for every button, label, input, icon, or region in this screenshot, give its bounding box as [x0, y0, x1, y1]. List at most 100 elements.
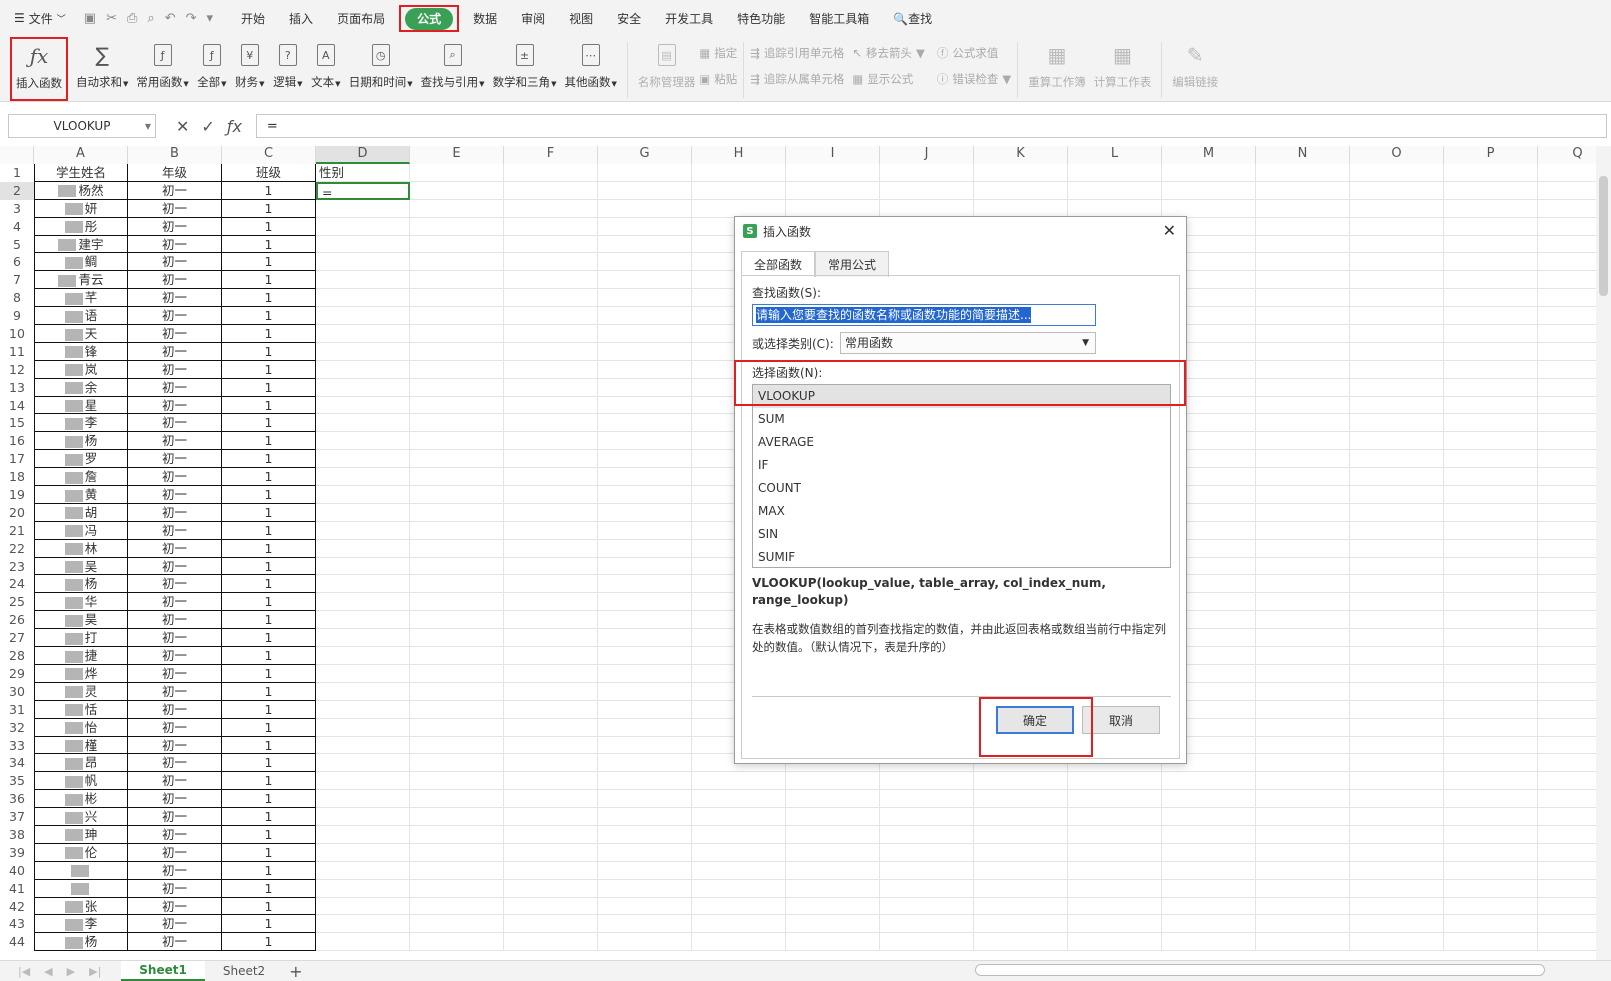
cell[interactable]: 初一 [128, 450, 222, 469]
row-header[interactable]: 35 [0, 772, 34, 790]
cell[interactable] [974, 915, 1068, 934]
cell[interactable] [1538, 414, 1596, 433]
column-header-c[interactable]: C [222, 146, 316, 164]
math-functions-button[interactable]: ± 数学和三角▼ [489, 36, 561, 90]
cell[interactable] [34, 879, 128, 898]
cell[interactable] [598, 933, 692, 952]
cell[interactable]: 打 [34, 629, 128, 648]
cell[interactable] [1068, 790, 1162, 809]
cell[interactable] [692, 181, 786, 200]
cell[interactable] [1444, 915, 1538, 934]
first-sheet-icon[interactable]: |◀ [18, 965, 30, 978]
cell[interactable] [880, 933, 974, 952]
cell[interactable] [316, 879, 410, 898]
cell[interactable] [316, 843, 410, 862]
cell[interactable]: 年级 [128, 164, 222, 182]
cell[interactable] [786, 933, 880, 952]
cell[interactable] [1350, 861, 1444, 880]
cell[interactable] [410, 718, 504, 737]
sheet-tab-sheet1[interactable]: Sheet1 [121, 961, 205, 981]
cell[interactable] [1256, 414, 1350, 433]
cell[interactable] [692, 843, 786, 862]
row-header[interactable]: 33 [0, 737, 34, 755]
cell[interactable] [316, 432, 410, 451]
row-header[interactable]: 30 [0, 683, 34, 701]
cell[interactable]: 罗 [34, 450, 128, 469]
cell[interactable] [410, 414, 504, 433]
cell[interactable] [504, 933, 598, 952]
cell[interactable] [786, 164, 880, 182]
cell[interactable] [1256, 325, 1350, 343]
cell[interactable] [504, 253, 598, 272]
row-header[interactable]: 41 [0, 880, 34, 898]
row-header[interactable]: 38 [0, 826, 34, 844]
cell[interactable] [880, 915, 974, 934]
cell[interactable] [316, 629, 410, 648]
cell[interactable]: 槿 [34, 736, 128, 755]
cell[interactable] [1256, 450, 1350, 469]
cell[interactable]: 1 [222, 271, 316, 290]
cell[interactable] [880, 808, 974, 826]
cell[interactable] [316, 647, 410, 665]
cell[interactable] [1256, 253, 1350, 272]
cell[interactable] [1444, 879, 1538, 898]
cell[interactable] [1350, 575, 1444, 594]
cell[interactable] [1068, 772, 1162, 791]
cell[interactable] [410, 682, 504, 701]
cell[interactable] [1444, 700, 1538, 719]
row-header[interactable]: 16 [0, 432, 34, 450]
row-header[interactable]: 19 [0, 486, 34, 504]
category-select[interactable]: 常用函数 ▼ [840, 332, 1096, 354]
cell[interactable] [1538, 361, 1596, 379]
cancel-icon[interactable]: ✕ [176, 117, 189, 136]
cell[interactable] [1350, 503, 1444, 522]
cell[interactable]: 初一 [128, 468, 222, 487]
row-header[interactable]: 22 [0, 540, 34, 558]
cell[interactable] [1444, 861, 1538, 880]
cell[interactable]: 初一 [128, 503, 222, 522]
cell[interactable] [1256, 235, 1350, 254]
cell[interactable] [316, 450, 410, 469]
cell[interactable]: 初一 [128, 843, 222, 862]
cell[interactable] [410, 772, 504, 791]
cell[interactable] [598, 611, 692, 630]
cell[interactable] [1538, 522, 1596, 540]
cell[interactable] [1444, 897, 1538, 916]
cell[interactable] [504, 825, 598, 844]
cell[interactable] [316, 682, 410, 701]
cell[interactable] [410, 360, 504, 379]
cell[interactable] [1068, 181, 1162, 200]
edit-links-button[interactable]: ✎ 编辑链接 [1168, 36, 1222, 90]
cell[interactable] [1444, 611, 1538, 630]
cell[interactable]: 1 [222, 879, 316, 898]
cell[interactable] [598, 378, 692, 397]
cell[interactable] [1162, 843, 1256, 862]
cell[interactable]: 1 [222, 593, 316, 612]
cell[interactable] [504, 181, 598, 200]
cell[interactable] [410, 164, 504, 182]
row-header[interactable]: 25 [0, 593, 34, 611]
cell[interactable] [786, 897, 880, 916]
cell[interactable] [786, 879, 880, 898]
cell[interactable] [1444, 629, 1538, 648]
cell[interactable] [504, 843, 598, 862]
cell[interactable]: 初一 [128, 629, 222, 648]
cell[interactable] [504, 718, 598, 737]
cell[interactable]: 学生姓名 [34, 164, 128, 182]
cell[interactable] [1256, 754, 1350, 773]
cell[interactable] [316, 289, 410, 308]
cell[interactable]: 华 [34, 593, 128, 612]
cell[interactable] [1256, 933, 1350, 952]
cell[interactable] [598, 557, 692, 576]
cell[interactable] [1444, 682, 1538, 701]
row-header[interactable]: 11 [0, 343, 34, 361]
cell[interactable] [316, 307, 410, 326]
cell[interactable]: 昂 [34, 754, 128, 773]
print-preview-icon[interactable]: ⌕ [147, 11, 154, 26]
cell[interactable] [692, 897, 786, 916]
cell[interactable] [1256, 557, 1350, 576]
cell[interactable]: 1 [222, 253, 316, 272]
cell[interactable] [1538, 790, 1596, 809]
cell[interactable] [1256, 396, 1350, 415]
cell[interactable] [410, 378, 504, 397]
